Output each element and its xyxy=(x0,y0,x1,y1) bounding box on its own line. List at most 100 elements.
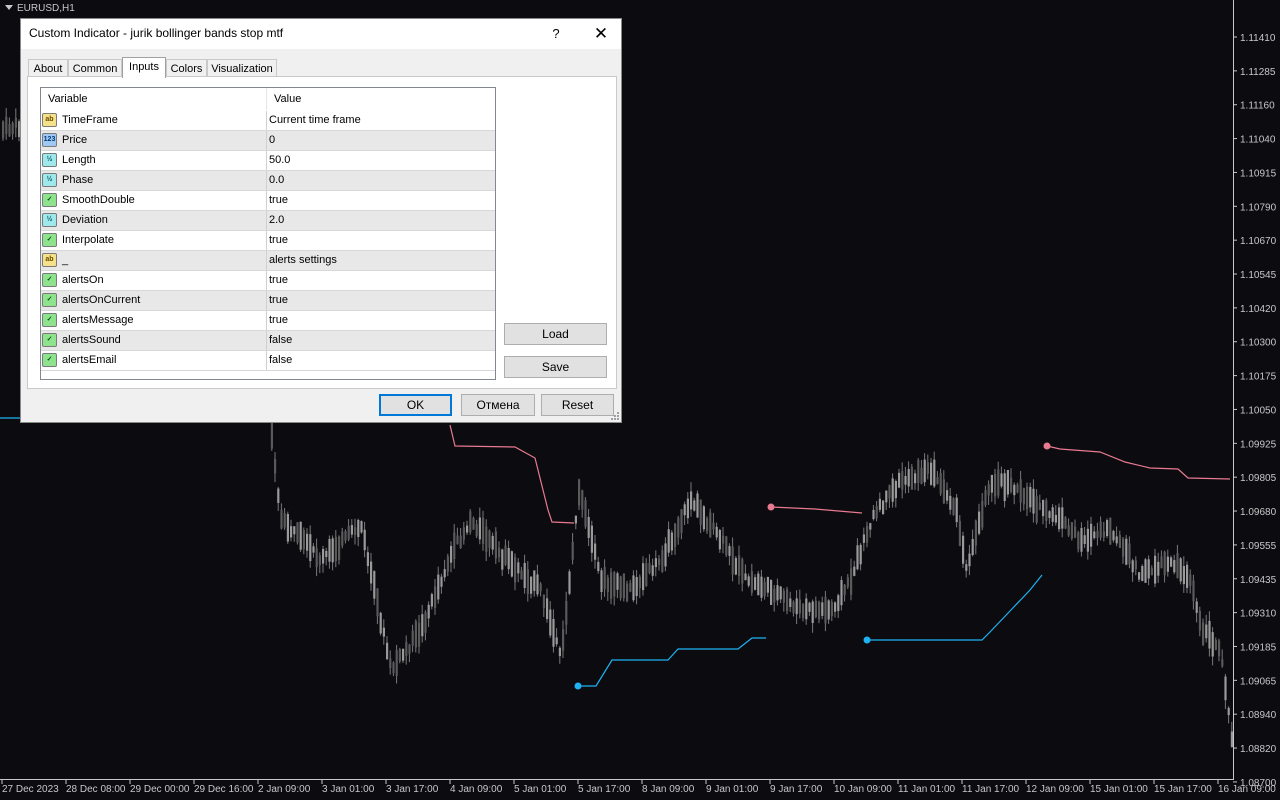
candle-body xyxy=(862,534,865,543)
candle-body xyxy=(597,561,600,572)
input-row[interactable]: 123 Price 0 xyxy=(41,131,495,151)
price-tick-label: 1.10790 xyxy=(1240,202,1277,213)
candle-body xyxy=(709,512,712,538)
candle-body xyxy=(824,596,827,624)
input-row[interactable]: ✓ Interpolate true xyxy=(41,231,495,251)
input-row[interactable]: ab TimeFrame Current time frame xyxy=(41,111,495,131)
price-tick-label: 1.09185 xyxy=(1240,642,1277,653)
tab-colors[interactable]: Colors xyxy=(166,59,207,77)
candle-body xyxy=(1086,528,1089,552)
time-tick-label: 29 Dec 00:00 xyxy=(130,784,190,795)
candle-body xyxy=(757,573,760,596)
variable-value[interactable]: 0 xyxy=(269,134,275,146)
close-button[interactable]: ✕ xyxy=(584,22,618,46)
variable-value[interactable]: 2.0 xyxy=(269,214,284,226)
candle-body xyxy=(1227,707,1230,716)
candle-body xyxy=(638,576,641,589)
candle-body xyxy=(1090,523,1093,547)
candle-body xyxy=(696,493,699,518)
bool-type-icon: ✓ xyxy=(42,273,57,287)
input-row[interactable]: ✓ alertsOn true xyxy=(41,271,495,291)
variable-value[interactable]: true xyxy=(269,314,288,326)
candle-body xyxy=(472,517,475,530)
candle-body xyxy=(587,516,590,538)
variable-value[interactable]: Current time frame xyxy=(269,114,361,126)
candle-body xyxy=(619,576,622,599)
tab-inputs[interactable]: Inputs xyxy=(122,57,166,78)
candle-body xyxy=(312,546,315,553)
candle-body xyxy=(1221,659,1224,667)
input-row[interactable]: ½ Length 50.0 xyxy=(41,151,495,171)
help-button[interactable]: ? xyxy=(541,22,571,46)
candle-body xyxy=(437,574,440,600)
candle-body xyxy=(398,649,401,662)
candle-body xyxy=(629,582,632,592)
variable-value[interactable]: 0.0 xyxy=(269,174,284,186)
input-row[interactable]: ✓ alertsSound false xyxy=(41,331,495,351)
reset-button[interactable]: Reset xyxy=(541,394,614,416)
candle-body xyxy=(1083,535,1086,544)
candle-body xyxy=(328,538,331,562)
candle-body xyxy=(466,525,469,533)
input-row[interactable]: ✓ alertsOnCurrent true xyxy=(41,291,495,311)
cancel-button[interactable]: Отмена xyxy=(461,394,535,416)
variable-column-header[interactable]: Variable xyxy=(48,93,88,105)
candle-body xyxy=(427,604,430,619)
candle-body xyxy=(558,647,561,657)
input-row[interactable]: ✓ alertsMessage true xyxy=(41,311,495,331)
candle-body xyxy=(1077,532,1080,550)
candle-body xyxy=(581,490,584,510)
variable-value[interactable]: true xyxy=(269,274,288,286)
candle-body xyxy=(814,600,817,618)
candle-body xyxy=(1147,559,1150,579)
variable-value[interactable]: false xyxy=(269,354,292,366)
candle-body xyxy=(990,474,993,493)
input-row[interactable]: ab _ alerts settings xyxy=(41,251,495,271)
candle-body xyxy=(1131,560,1134,573)
variable-name: Length xyxy=(62,154,96,166)
candle-body xyxy=(418,622,421,647)
symbol-label: EURUSD,H1 xyxy=(0,3,75,14)
candle-body xyxy=(677,517,680,538)
input-row[interactable]: ½ Phase 0.0 xyxy=(41,171,495,191)
candle-body xyxy=(600,570,603,593)
dialog-titlebar[interactable]: Custom Indicator - jurik bollinger bands… xyxy=(21,19,621,49)
variable-value[interactable]: alerts settings xyxy=(269,254,337,266)
candle-body xyxy=(821,602,824,616)
candle-body xyxy=(1160,556,1163,569)
price-tick-label: 1.09555 xyxy=(1240,541,1277,552)
variable-value[interactable]: true xyxy=(269,234,288,246)
candle-body xyxy=(408,644,411,654)
input-row[interactable]: ½ Deviation 2.0 xyxy=(41,211,495,231)
tab-common[interactable]: Common xyxy=(68,59,122,77)
candle-body xyxy=(616,573,619,590)
input-row[interactable]: ✓ SmoothDouble true xyxy=(41,191,495,211)
candle-body xyxy=(706,518,709,532)
candle-body xyxy=(827,600,830,620)
candle-body xyxy=(309,534,312,562)
candle-body xyxy=(395,650,398,676)
candle-body xyxy=(533,570,536,591)
candle-body xyxy=(578,479,581,506)
variable-value[interactable]: false xyxy=(269,334,292,346)
tab-visualization[interactable]: Visualization xyxy=(207,59,277,77)
int-type-icon: 123 xyxy=(42,133,57,147)
tab-about[interactable]: About xyxy=(28,59,68,77)
candle-body xyxy=(750,571,753,593)
variable-value[interactable]: 50.0 xyxy=(269,154,290,166)
resize-grip-icon[interactable] xyxy=(609,410,619,420)
candle-body xyxy=(766,576,769,593)
ok-button[interactable]: OK xyxy=(379,394,452,416)
variable-value[interactable]: true xyxy=(269,194,288,206)
price-tick-label: 1.09310 xyxy=(1240,609,1277,620)
candle-body xyxy=(955,497,958,523)
grid-rows: ab TimeFrame Current time frame 123 Price 0 ½ L… xyxy=(41,111,495,371)
candle-body xyxy=(907,469,910,487)
input-row[interactable]: ✓ alertsEmail false xyxy=(41,351,495,371)
save-button[interactable]: Save xyxy=(504,356,607,378)
candle-body xyxy=(306,533,309,551)
variable-value[interactable]: true xyxy=(269,294,288,306)
value-column-header[interactable]: Value xyxy=(274,93,301,105)
candle-body xyxy=(366,552,369,567)
load-button[interactable]: Load xyxy=(504,323,607,345)
